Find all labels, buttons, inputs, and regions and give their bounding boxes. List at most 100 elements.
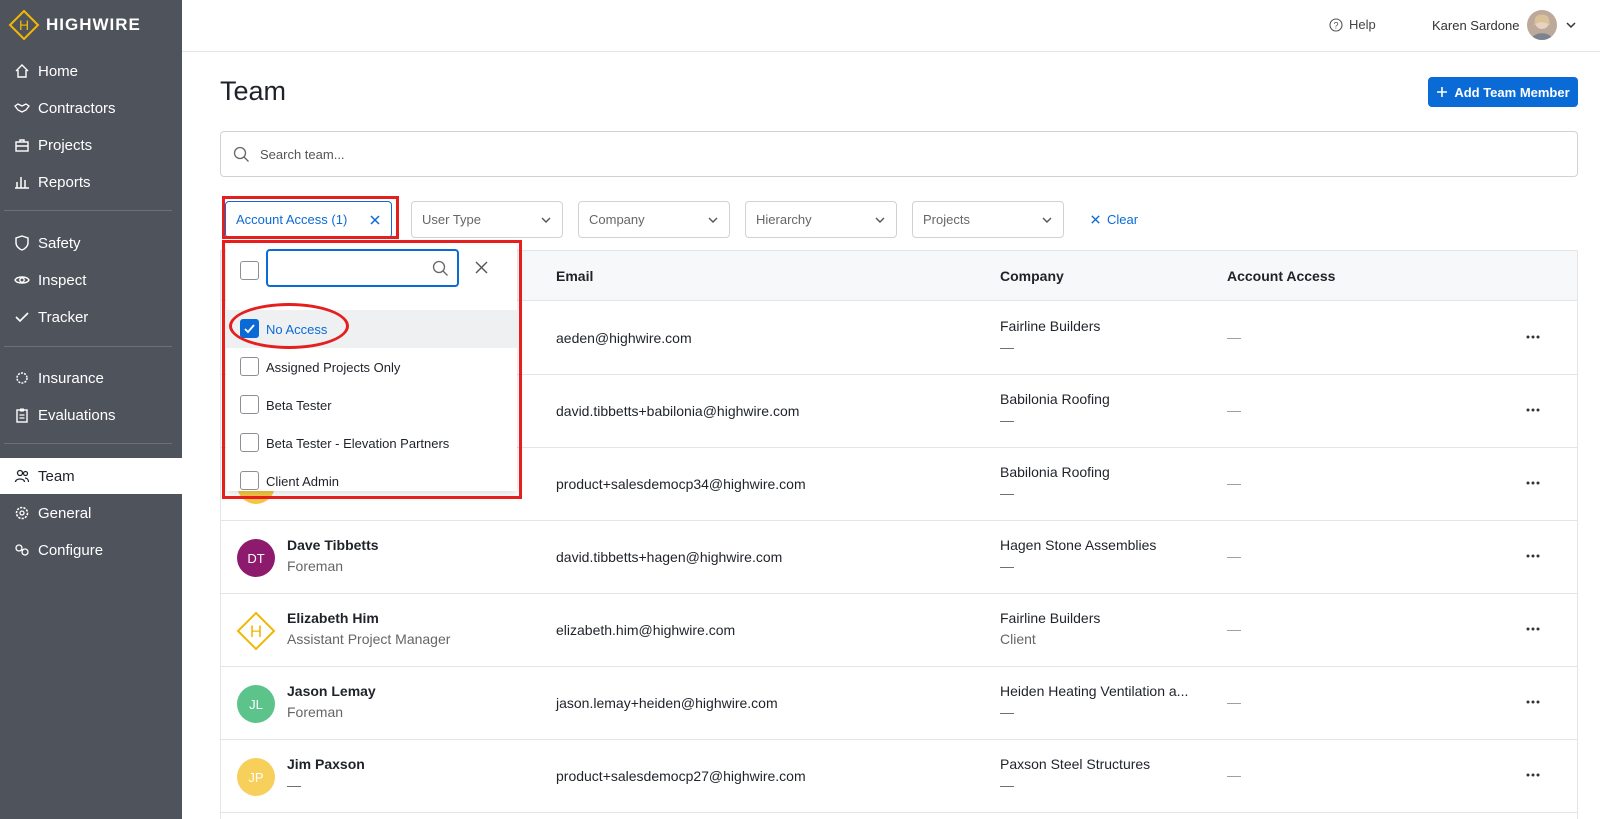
company-cell: Heiden Heating Ventilation a... — <box>1000 683 1210 720</box>
sidebar-item-team[interactable]: Team <box>0 458 182 494</box>
avatar: JP <box>237 758 275 796</box>
table-row[interactable]: JP Jim Paxson — product+salesdemocp27@hi… <box>221 740 1577 813</box>
more-options-button[interactable] <box>1521 763 1545 787</box>
option-checkbox[interactable] <box>240 319 259 338</box>
sidebar-item-reports[interactable]: Reports <box>0 164 182 200</box>
sidebar-item-home[interactable]: Home <box>0 53 182 89</box>
sidebar: H HIGHWIRE Home Contractors Projects Rep… <box>0 0 182 819</box>
more-options-button[interactable] <box>1521 398 1545 422</box>
company-cell: Fairline Builders — <box>1000 318 1210 355</box>
sidebar-item-projects[interactable]: Projects <box>0 127 182 163</box>
more-options-button[interactable] <box>1521 617 1545 641</box>
option-checkbox[interactable] <box>240 357 259 376</box>
name-cell: Jason Lemay Foreman <box>287 683 376 720</box>
dropdown-close-button[interactable] <box>471 257 491 277</box>
plus-icon <box>1437 87 1448 97</box>
sidebar-item-tracker[interactable]: Tracker <box>0 299 182 335</box>
member-name[interactable]: Dave Tibbetts <box>287 537 379 553</box>
company-cell: Fairline Builders Client <box>1000 610 1210 647</box>
check-icon <box>15 312 29 323</box>
column-header-email[interactable]: Email <box>556 268 593 284</box>
avatar: JL <box>237 685 275 723</box>
member-name[interactable]: Jim Paxson <box>287 756 365 772</box>
more-horizontal-icon <box>1526 627 1540 631</box>
option-beta-tester[interactable]: Beta Tester <box>226 386 517 424</box>
sidebar-item-contractors[interactable]: Contractors <box>0 90 182 126</box>
sidebar-item-safety[interactable]: Safety <box>0 225 182 261</box>
email-cell: david.tibbetts+hagen@highwire.com <box>556 549 783 565</box>
table-row[interactable]: DT Dave Tibbetts Foreman david.tibbetts+… <box>221 521 1577 594</box>
help-link[interactable]: ? Help <box>1329 17 1376 32</box>
user-menu[interactable]: Karen Sardone <box>1432 10 1577 40</box>
member-name[interactable]: Jason Lemay <box>287 683 376 699</box>
more-options-button[interactable] <box>1521 690 1545 714</box>
sidebar-item-label: Safety <box>38 234 81 252</box>
option-no-access[interactable]: No Access <box>226 310 517 348</box>
sidebar-item-label: Projects <box>38 136 93 154</box>
sidebar-item-inspect[interactable]: Inspect <box>0 262 182 298</box>
user-name: Karen Sardone <box>1432 17 1520 33</box>
user-photo-icon <box>1527 10 1558 40</box>
sidebar-item-label: Inspect <box>38 271 87 289</box>
app: H HIGHWIRE Home Contractors Projects Rep… <box>0 0 1600 819</box>
table-row[interactable]: JL Jason Lemay Foreman jason.lemay+heide… <box>221 667 1577 740</box>
clear-filters-button[interactable]: Clear <box>1090 212 1138 227</box>
chevron-down-icon <box>875 217 885 223</box>
option-beta-tester-elevation-partners[interactable]: Beta Tester - Elevation Partners <box>226 424 517 462</box>
help-circle-icon: ? <box>1329 17 1343 32</box>
sidebar-item-insurance[interactable]: Insurance <box>0 360 182 396</box>
option-checkbox[interactable] <box>240 471 259 490</box>
dropdown-search-input[interactable] <box>266 249 459 287</box>
filter-user-type[interactable]: User Type <box>411 201 563 238</box>
logo[interactable]: H HIGHWIRE <box>8 9 141 41</box>
filter-account-access[interactable]: Account Access (1) <box>225 201 392 238</box>
more-options-button[interactable] <box>1521 544 1545 568</box>
sidebar-item-configure[interactable]: Configure <box>0 532 182 568</box>
company-sub: Client <box>1000 631 1036 647</box>
email-cell: product+salesdemocp27@highwire.com <box>556 768 806 784</box>
option-label: Beta Tester - Elevation Partners <box>266 435 450 451</box>
svg-text:H: H <box>19 17 29 33</box>
company-name: Heiden Heating Ventilation a... <box>1000 683 1189 699</box>
clipboard-icon <box>16 408 28 423</box>
option-checkbox[interactable] <box>240 433 259 452</box>
filter-hierarchy[interactable]: Hierarchy <box>745 201 897 238</box>
option-client-admin[interactable]: Client Admin <box>226 462 517 491</box>
member-name[interactable]: Elizabeth Him <box>287 610 450 626</box>
option-checkbox[interactable] <box>240 395 259 414</box>
filter-company-label: Company <box>589 212 645 227</box>
sidebar-item-label: Team <box>38 467 75 485</box>
email-cell: aeden@highwire.com <box>556 330 692 346</box>
sidebar-item-general[interactable]: General <box>0 495 182 531</box>
add-team-member-button[interactable]: Add Team Member <box>1428 77 1578 107</box>
select-all-checkbox[interactable] <box>240 261 259 280</box>
handshake-icon <box>14 103 30 113</box>
close-icon[interactable] <box>369 214 381 226</box>
email-cell: product+salesdemocp34@highwire.com <box>556 476 806 492</box>
help-label: Help <box>1349 17 1376 32</box>
column-header-company[interactable]: Company <box>1000 268 1064 284</box>
member-role: Assistant Project Manager <box>287 631 451 647</box>
more-options-button[interactable] <box>1521 325 1545 349</box>
table-row[interactable]: H Elizabeth Him Assistant Project Manage… <box>221 594 1577 667</box>
sidebar-item-evaluations[interactable]: Evaluations <box>0 397 182 433</box>
more-options-button[interactable] <box>1521 471 1545 495</box>
company-sub: — <box>1000 412 1014 428</box>
company-name: Fairline Builders <box>1000 610 1101 626</box>
option-assigned-projects-only[interactable]: Assigned Projects Only <box>226 348 517 386</box>
topbar <box>182 0 1600 52</box>
search-input[interactable] <box>260 146 1560 162</box>
email-cell: elizabeth.him@highwire.com <box>556 622 736 638</box>
company-sub: — <box>1000 558 1014 574</box>
company-name: Hagen Stone Assemblies <box>1000 537 1157 553</box>
company-name: Babilonia Roofing <box>1000 464 1110 480</box>
column-header-account-access[interactable]: Account Access <box>1227 268 1335 284</box>
filter-company[interactable]: Company <box>578 201 730 238</box>
sidebar-item-label: Reports <box>38 173 91 191</box>
sidebar-item-label: Insurance <box>38 369 104 387</box>
company-sub: — <box>1000 777 1014 793</box>
more-horizontal-icon <box>1526 554 1540 558</box>
filter-projects[interactable]: Projects <box>912 201 1064 238</box>
dropdown-search-row <box>226 243 517 306</box>
sidebar-item-label: General <box>38 504 92 522</box>
